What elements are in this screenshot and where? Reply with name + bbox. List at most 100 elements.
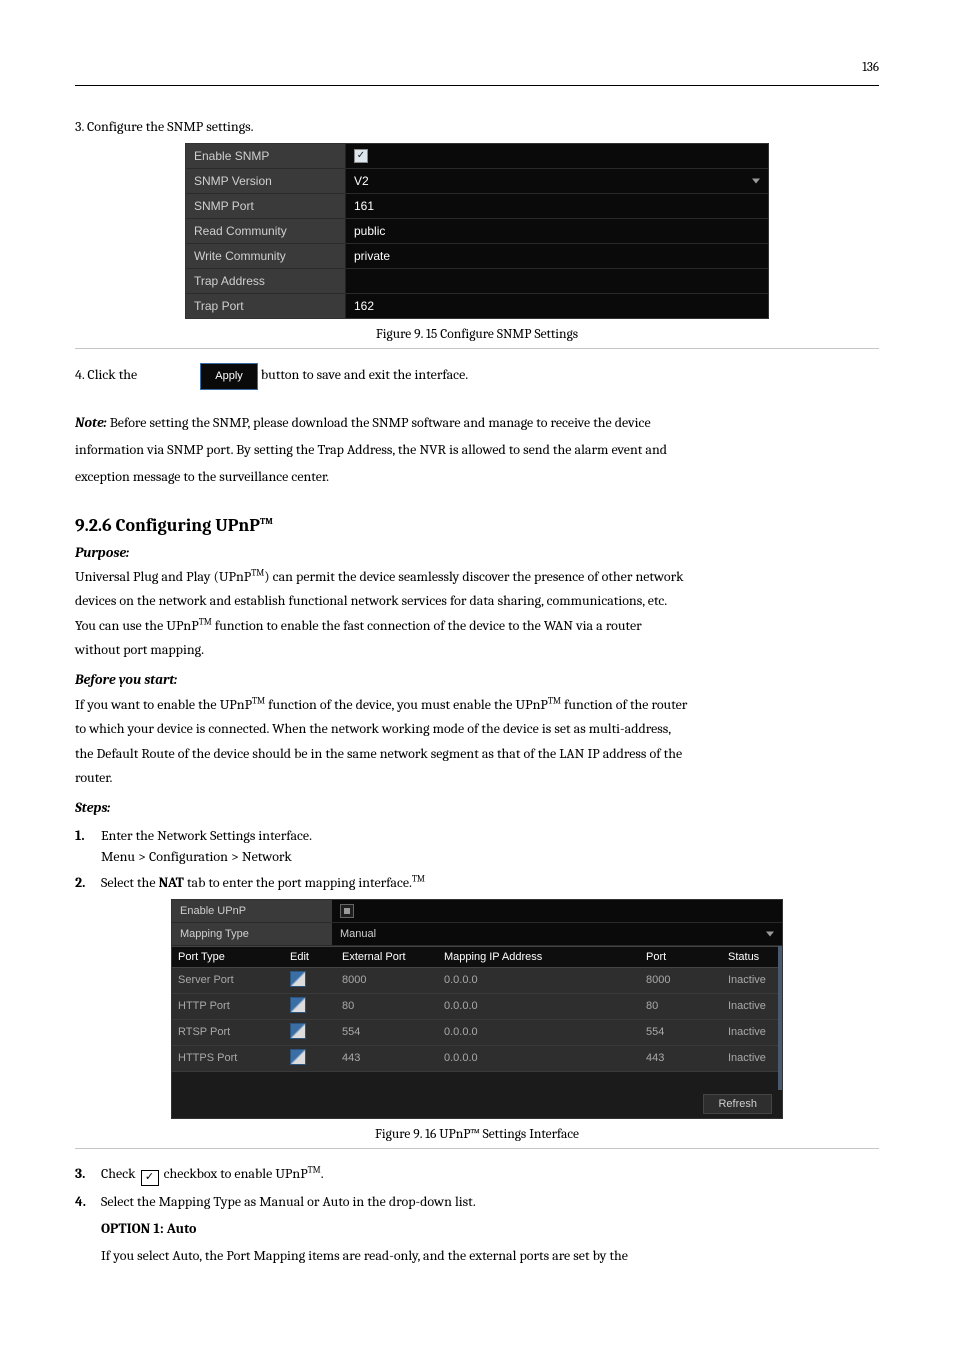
col-status: Status — [722, 946, 778, 967]
cell-port-type: HTTP Port — [172, 993, 284, 1019]
step-3: 3. Check ✓ checkbox to enable UPnPTM. — [75, 1163, 879, 1186]
cell-edit — [284, 1019, 336, 1045]
snmp-label: Trap Address — [186, 269, 346, 293]
edit-icon[interactable] — [290, 1023, 306, 1039]
section-divider — [75, 348, 879, 349]
cell-port-type: RTSP Port — [172, 1019, 284, 1045]
table-spacer-row — [172, 1071, 778, 1090]
snmp-row-port: SNMP Port 161 — [186, 194, 768, 219]
step-4b: 4. Select the Mapping Type as Manual or … — [75, 1191, 879, 1212]
text: . — [321, 1165, 324, 1182]
enable-upnp-checkbox[interactable] — [332, 900, 782, 922]
apply-button[interactable]: Apply — [200, 363, 258, 390]
col-port-type: Port Type — [172, 946, 284, 967]
cell-port: 554 — [640, 1019, 722, 1045]
tm-mark: TM — [199, 617, 212, 627]
scrollbar[interactable] — [778, 946, 782, 1090]
cell-ip: 0.0.0.0 — [438, 993, 640, 1019]
text: function of the device, you must enable … — [265, 696, 548, 713]
purpose-l1: Universal Plug and Play (UPnPTM) can per… — [75, 566, 879, 588]
chevron-down-icon — [766, 931, 774, 936]
snmp-label: Trap Port — [186, 294, 346, 318]
chevron-down-icon — [752, 179, 760, 184]
text: You can use the UPnP — [75, 617, 199, 634]
snmp-port-input[interactable]: 161 — [346, 194, 768, 218]
mapping-type-dropdown[interactable]: Manual — [332, 923, 782, 945]
text: Universal Plug and Play (UPnP — [75, 568, 251, 585]
before-l3: the Default Route of the device should b… — [75, 743, 879, 765]
refresh-button[interactable]: Refresh — [703, 1094, 772, 1114]
table-row: RTSP Port 554 0.0.0.0 554 Inactive — [172, 1019, 778, 1045]
read-community-input[interactable]: public — [346, 219, 768, 243]
snmp-row-version: SNMP Version V2 — [186, 169, 768, 194]
enable-upnp-label: Enable UPnP — [172, 900, 332, 922]
snmp-label: SNMP Version — [186, 169, 346, 193]
snmp-row-read: Read Community public — [186, 219, 768, 244]
snmp-row-enable: Enable SNMP ✓ — [186, 144, 768, 169]
tm-mark: TM — [251, 568, 264, 578]
before-head: Before you start: — [75, 669, 879, 691]
section-divider — [75, 1148, 879, 1149]
col-external-port: External Port — [336, 946, 438, 967]
menu-path: Menu > Configuration > Network — [101, 846, 879, 867]
section-heading-upnp: 9.2.6 Configuring UPnPTM — [75, 515, 879, 536]
cell-status: Inactive — [722, 993, 778, 1019]
snmp-row-trapport: Trap Port 162 — [186, 294, 768, 318]
note-line2: information via SNMP port. By setting th… — [75, 439, 879, 460]
cell-ip: 0.0.0.0 — [438, 967, 640, 993]
cell-status: Inactive — [722, 967, 778, 993]
mapping-type-label: Mapping Type — [172, 923, 332, 945]
step-num: 4. — [75, 1191, 101, 1212]
purpose-l2: devices on the network and establish fun… — [75, 590, 879, 612]
text: button to save and exit the interface. — [261, 366, 468, 383]
before-l4: router. — [75, 767, 879, 789]
text: tab to enter the port mapping interface. — [184, 874, 412, 891]
snmp-settings-panel: Enable SNMP ✓ SNMP Version V2 SNMP Port … — [185, 143, 769, 319]
text: checkbox to enable UPnP — [164, 1165, 308, 1182]
text: If you want to enable the UPnP — [75, 696, 252, 713]
snmp-version-dropdown[interactable]: V2 — [346, 169, 768, 193]
col-mapping-ip: Mapping IP Address — [438, 946, 640, 967]
step3-snmp: 3. Configure the SNMP settings. — [75, 116, 879, 137]
edit-icon[interactable] — [290, 997, 306, 1013]
edit-icon[interactable] — [290, 1049, 306, 1065]
step-num: 1. — [75, 825, 101, 867]
table-row: HTTPS Port 443 0.0.0.0 443 Inactive — [172, 1045, 778, 1071]
enable-snmp-checkbox[interactable]: ✓ — [346, 144, 768, 168]
steps-head: Steps: — [75, 797, 879, 819]
cell-external: 554 — [336, 1019, 438, 1045]
cell-external: 8000 — [336, 967, 438, 993]
upnp-enable-row: Enable UPnP — [172, 900, 782, 923]
heading-text: 9.2.6 Configuring UPnP — [75, 515, 260, 536]
cell-ip: 0.0.0.0 — [438, 1019, 640, 1045]
before-l1: If you want to enable the UPnPTM functio… — [75, 694, 879, 716]
note-head: Note: — [75, 414, 110, 431]
step-num: 2. — [75, 872, 101, 893]
snmp-label: Read Community — [186, 219, 346, 243]
text: Enter the Network Settings interface. — [101, 825, 879, 846]
tm-mark: TM — [308, 1165, 321, 1175]
text: function to enable the fast connection o… — [212, 617, 642, 634]
text: Check — [101, 1165, 139, 1182]
trap-address-input[interactable] — [346, 269, 768, 293]
cell-edit — [284, 1045, 336, 1071]
page-number: 136 — [75, 60, 879, 75]
text: Select the Mapping Type as Manual or Aut… — [101, 1191, 879, 1212]
note-line1: Note: Before setting the SNMP, please do… — [75, 412, 879, 433]
cell-edit — [284, 967, 336, 993]
trap-port-input[interactable]: 162 — [346, 294, 768, 318]
cell-status: Inactive — [722, 1045, 778, 1071]
cell-port: 443 — [640, 1045, 722, 1071]
upnp-footer: Refresh — [172, 1090, 782, 1118]
upnp-settings-panel: Enable UPnP Mapping Type Manual Port Typ… — [171, 899, 783, 1119]
text: ) can permit the device seamlessly disco… — [264, 568, 683, 585]
note-line3: exception message to the surveillance ce… — [75, 466, 879, 487]
text: Select the — [101, 874, 159, 891]
table-row: Server Port 8000 0.0.0.0 8000 Inactive — [172, 967, 778, 993]
col-edit: Edit — [284, 946, 336, 967]
write-community-input[interactable]: private — [346, 244, 768, 268]
snmp-row-write: Write Community private — [186, 244, 768, 269]
step4-apply: 4. Click the Apply button to save and ex… — [75, 363, 879, 390]
purpose-head: Purpose: — [75, 542, 879, 564]
edit-icon[interactable] — [290, 971, 306, 987]
